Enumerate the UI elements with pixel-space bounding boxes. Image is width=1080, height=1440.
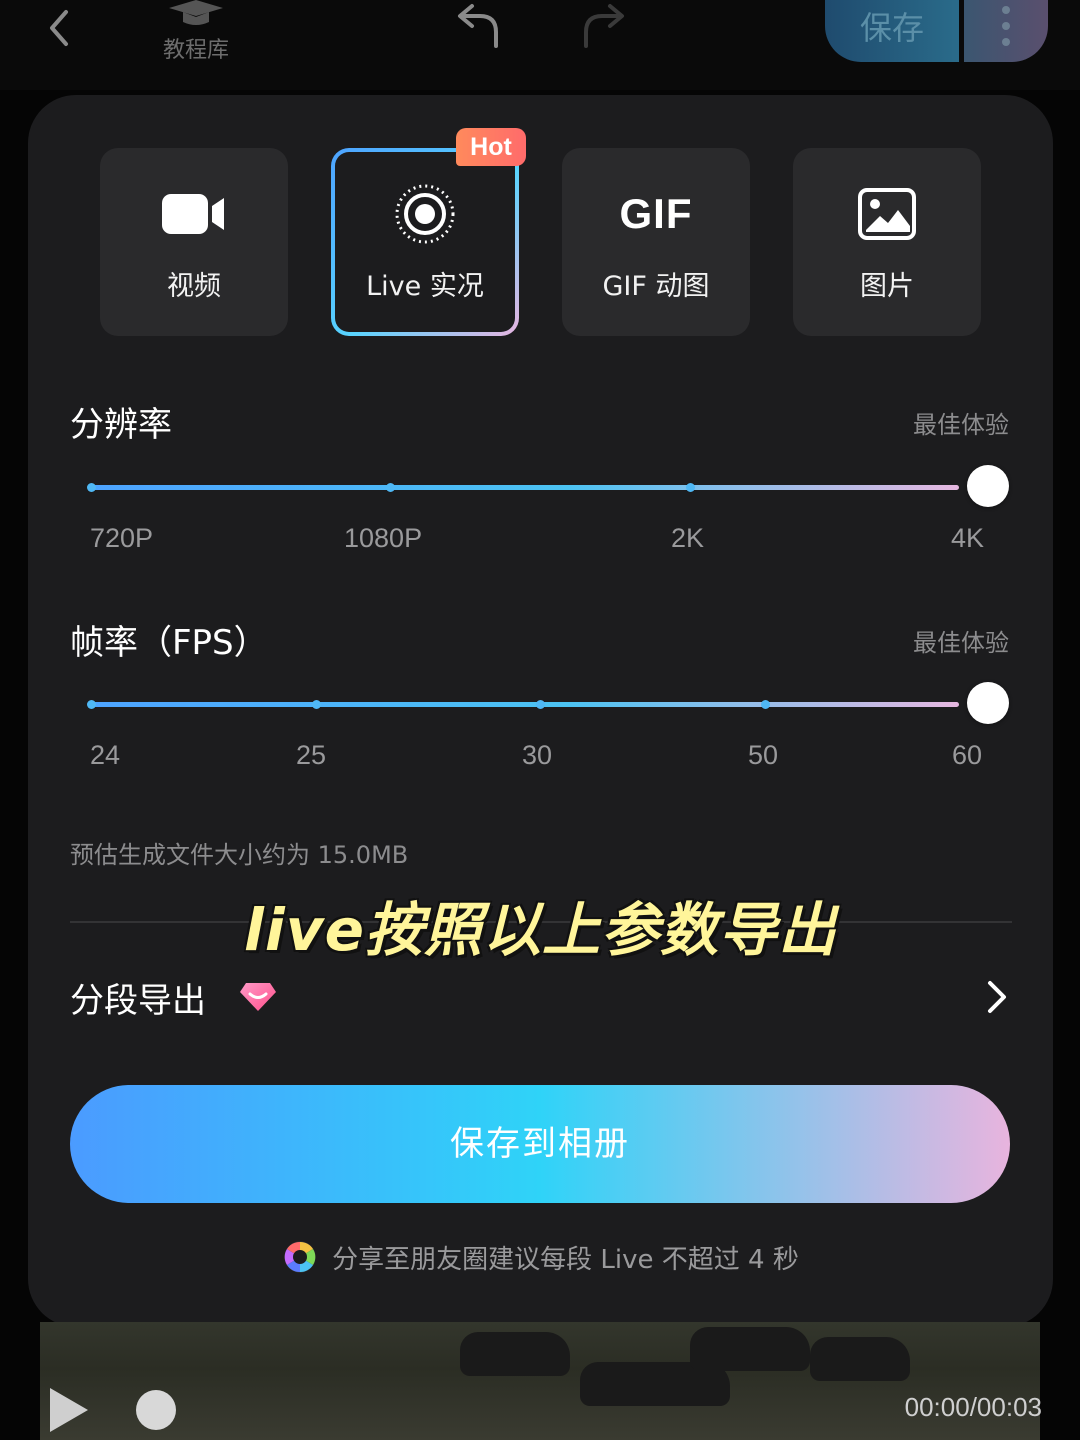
fps-hint: 最佳体验 — [913, 629, 1009, 657]
export-type-label: GIF 动图 — [602, 271, 710, 302]
export-type-video[interactable]: 视频 — [100, 148, 288, 336]
slider-tick — [87, 483, 96, 492]
top-save-button[interactable]: 保存 — [825, 0, 959, 62]
share-tip-text: 分享至朋友圈建议每段 Live 不超过 4 秒 — [332, 1244, 799, 1275]
graduation-cap-icon — [169, 0, 223, 25]
slider-tick — [87, 700, 96, 709]
resolution-option-2k[interactable]: 2K — [671, 523, 704, 554]
slider-tick — [686, 483, 695, 492]
fps-option-60[interactable]: 60 — [952, 740, 982, 771]
export-type-label: 视频 — [167, 271, 221, 302]
image-icon — [793, 182, 981, 246]
export-type-gif[interactable]: GIF GIF 动图 — [562, 148, 750, 336]
export-panel: 视频 Live 实况 Hot GIF GIF 动图 图片 分辨率 最佳体验 72… — [28, 95, 1053, 1327]
estimated-file-size: 预估生成文件大小约为 15.0MB — [70, 841, 409, 869]
top-bar: 教程库 保存 — [0, 0, 1080, 90]
slider-tick — [312, 700, 321, 709]
fps-option-25[interactable]: 25 — [296, 740, 326, 771]
redo-icon[interactable] — [578, 2, 632, 50]
slider-tick — [536, 700, 545, 709]
resolution-option-720p[interactable]: 720P — [90, 523, 153, 554]
fps-slider-handle[interactable] — [967, 682, 1009, 724]
share-tip: 分享至朋友圈建议每段 Live 不超过 4 秒 — [28, 1237, 1053, 1277]
fps-option-30[interactable]: 30 — [522, 740, 552, 771]
resolution-option-4k[interactable]: 4K — [951, 523, 984, 554]
export-type-label: 图片 — [860, 271, 914, 302]
fps-option-24[interactable]: 24 — [90, 740, 120, 771]
tutorial-library-button[interactable]: 教程库 — [150, 0, 242, 63]
live-photo-icon — [335, 182, 515, 246]
fps-option-50[interactable]: 50 — [748, 740, 778, 771]
playhead-dot[interactable] — [136, 1390, 176, 1430]
more-dot-icon — [1002, 38, 1010, 46]
fps-slider[interactable] — [87, 682, 1009, 724]
video-preview[interactable] — [40, 1322, 1040, 1440]
resolution-slider[interactable] — [87, 465, 1009, 507]
preview-shoe — [690, 1327, 810, 1371]
segment-export-label: 分段导出 — [70, 981, 206, 1021]
more-options-button[interactable] — [964, 0, 1048, 62]
video-caption-overlay: live按照以上参数导出 — [244, 896, 837, 964]
hot-badge: Hot — [456, 128, 526, 166]
save-to-album-button[interactable]: 保存到相册 — [70, 1085, 1010, 1203]
video-camera-icon — [100, 182, 288, 246]
gif-icon: GIF — [619, 190, 693, 237]
more-dot-icon — [1002, 22, 1010, 30]
tutorial-library-label: 教程库 — [162, 38, 229, 63]
undo-icon[interactable] — [450, 2, 504, 50]
slider-tick — [761, 700, 770, 709]
resolution-option-1080p[interactable]: 1080P — [344, 523, 422, 554]
slider-tick — [386, 483, 395, 492]
resolution-title: 分辨率 — [70, 405, 172, 445]
playback-timecode: 00:00/00:03 — [904, 1392, 1042, 1422]
fps-title: 帧率（FPS） — [70, 623, 268, 663]
resolution-slider-handle[interactable] — [967, 465, 1009, 507]
segment-export-row[interactable]: 分段导出 — [70, 967, 1010, 1027]
resolution-hint: 最佳体验 — [913, 411, 1009, 439]
back-arrow-icon[interactable] — [38, 4, 82, 48]
export-type-label: Live 实况 — [366, 271, 484, 302]
more-dot-icon — [1002, 6, 1010, 14]
export-type-live[interactable]: Live 实况 — [331, 148, 519, 336]
export-type-image[interactable]: 图片 — [793, 148, 981, 336]
moments-aperture-icon — [284, 1241, 316, 1273]
premium-gem-icon — [240, 983, 276, 1011]
chevron-right-icon — [988, 981, 1006, 1013]
play-icon[interactable] — [50, 1388, 88, 1432]
preview-shoe — [810, 1337, 910, 1381]
preview-shoe — [460, 1332, 570, 1376]
